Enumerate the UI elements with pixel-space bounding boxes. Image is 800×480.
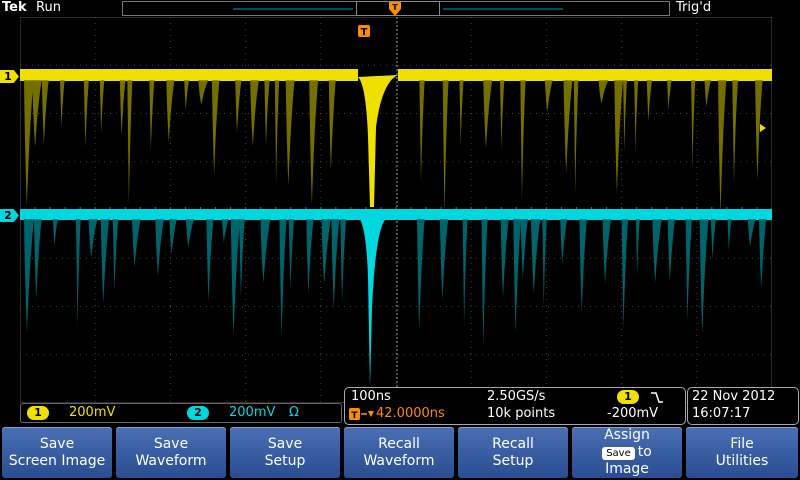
trigger-position-icon[interactable]: T	[388, 1, 402, 17]
file-utilities-button[interactable]: File Utilities	[686, 427, 798, 478]
datetime-readout[interactable]: 22 Nov 2012 16:07:17	[687, 387, 799, 425]
save-waveform-button[interactable]: Save Waveform	[116, 427, 226, 478]
assign-save-button[interactable]: Assign Save to Image	[572, 427, 682, 478]
timebase-readout[interactable]: 100ns 2.50GS/s 1 T 42.0000ns 10k points …	[344, 387, 686, 425]
trigger-level: -200mV	[607, 406, 659, 421]
falling-edge-icon	[651, 392, 663, 403]
horizontal-scale: 100ns	[351, 389, 391, 404]
sample-rate: 2.50GS/s	[487, 389, 546, 404]
svg-text:T: T	[351, 411, 358, 421]
recall-waveform-button[interactable]: Recall Waveform	[344, 427, 454, 478]
save-setup-button[interactable]: Save Setup	[230, 427, 340, 478]
recall-setup-button[interactable]: Recall Setup	[458, 427, 568, 478]
ch1-badge: 1	[27, 406, 49, 420]
brand-label: Tek	[2, 0, 27, 15]
record-length: 10k points	[487, 406, 556, 421]
ch2-marker[interactable]: 2	[0, 209, 19, 222]
run-state[interactable]: Run	[36, 0, 61, 16]
channel-status-bar[interactable]: 1 200mV 2 200mV Ω	[20, 403, 342, 423]
save-screen-image-button[interactable]: Save Screen Image	[2, 427, 112, 478]
bezel-menu: Save Screen Image Save Waveform Save Set…	[0, 425, 800, 480]
time: 16:07:17	[692, 406, 751, 421]
waveform-graticule[interactable]: T	[20, 17, 772, 403]
save-key-chip: Save	[602, 447, 635, 460]
trigger-source-badge: 1	[617, 390, 639, 404]
ch1-marker[interactable]: 1	[0, 70, 19, 83]
ch1-scale: 200mV	[69, 405, 116, 420]
ch2-badge: 2	[187, 406, 209, 420]
svg-text:T: T	[392, 3, 398, 12]
date: 22 Nov 2012	[692, 389, 776, 404]
trigger-offset-icon: T	[349, 408, 374, 421]
trigger-marker-icon: T	[358, 25, 370, 38]
trigger-status: Trig'd	[676, 0, 712, 15]
ch2-termination: Ω	[289, 405, 299, 420]
trigger-position: 42.0000ns	[376, 406, 445, 421]
ch2-scale: 200mV	[229, 405, 276, 420]
svg-text:T: T	[361, 27, 368, 38]
